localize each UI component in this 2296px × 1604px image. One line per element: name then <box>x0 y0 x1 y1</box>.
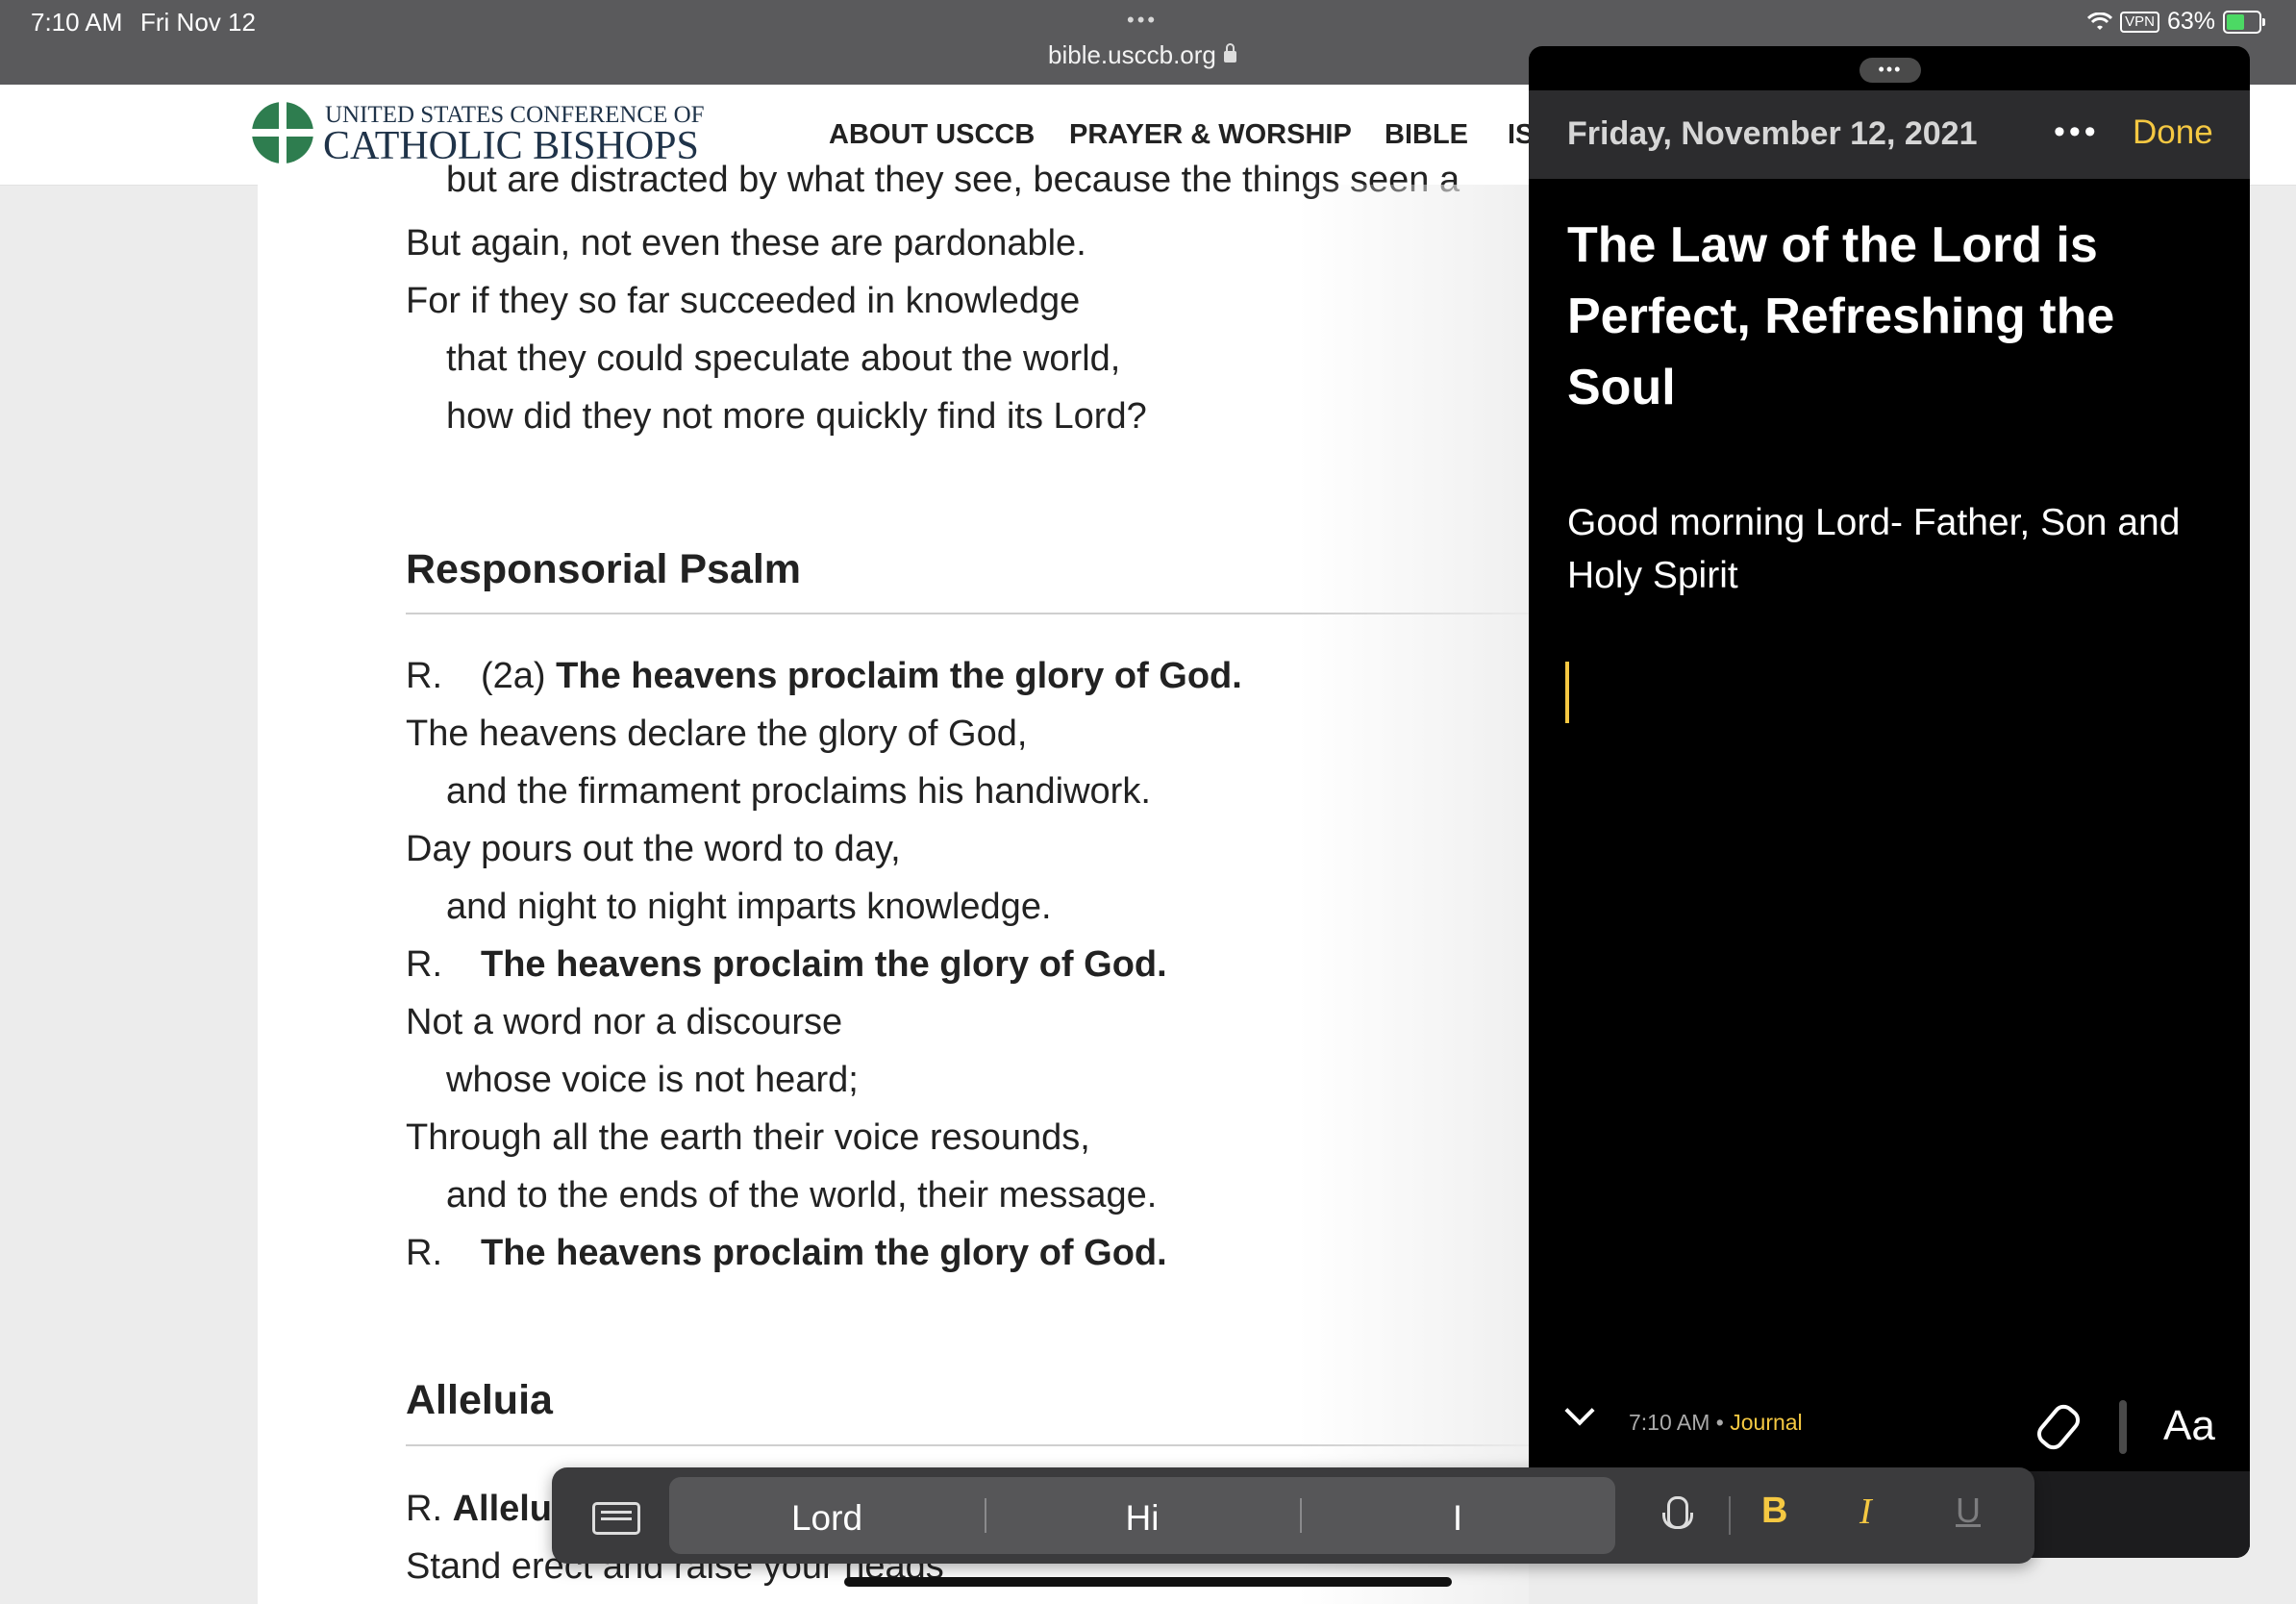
reading-line: For if they so far succeeded in knowledg… <box>406 281 1081 321</box>
done-button[interactable]: Done <box>2133 113 2213 152</box>
nav-bible[interactable]: BIBLE <box>1385 119 1468 151</box>
multitasking-dots-icon[interactable]: ••• <box>1127 8 1158 33</box>
suggestion-i[interactable]: I <box>1300 1498 1615 1539</box>
psalm-line: Not a word nor a discourse <box>406 1002 843 1042</box>
nav-prayer-worship[interactable]: PRAYER & WORSHIP <box>1069 119 1352 151</box>
reading-line: But again, not even these are pardonable… <box>406 223 1086 263</box>
reading-line: that they could speculate about the worl… <box>446 338 1121 379</box>
refrain-text: The heavens proclaim the glory of God. <box>556 656 1242 696</box>
underline-button[interactable]: U <box>1956 1491 1981 1531</box>
refrain-prefix: (2a) <box>481 656 557 696</box>
suggestion-hi[interactable]: Hi <box>985 1498 1300 1539</box>
quicktype-bar: Lord Hi I B I U <box>552 1467 2034 1564</box>
journal-name-link[interactable]: Journal <box>1730 1410 1802 1435</box>
psalm-refrain: R. The heavens proclaim the glory of God. <box>406 944 1167 986</box>
status-date: Fri Nov 12 <box>140 8 256 37</box>
suggestion-lord[interactable]: Lord <box>669 1498 985 1539</box>
entry-body[interactable]: Good morning Lord- Father, Son and Holy … <box>1567 496 2221 602</box>
toolbar-divider <box>2119 1400 2127 1454</box>
psalm-line: Day pours out the word to day, <box>406 829 901 869</box>
psalm-heading: Responsorial Psalm <box>406 546 802 592</box>
entry-date[interactable]: Friday, November 12, 2021 <box>1567 115 1977 153</box>
refrain-text: Allelu <box>452 1489 553 1529</box>
psalm-refrain: R. (2a) The heavens proclaim the glory of… <box>406 656 1242 697</box>
psalm-line: and to the ends of the world, their mess… <box>446 1175 1158 1216</box>
more-options-icon[interactable]: ••• <box>2054 113 2100 151</box>
refrain-text: The heavens proclaim the glory of God. <box>481 944 1167 985</box>
keyboard-icon[interactable] <box>592 1502 640 1535</box>
usccb-logo-icon[interactable] <box>252 102 313 163</box>
psalm-line: The heavens declare the glory of God, <box>406 714 1028 754</box>
nav-about[interactable]: ABOUT USCCB <box>829 119 1035 151</box>
entry-title[interactable]: The Law of the Lord is Perfect, Refreshi… <box>1567 210 2221 423</box>
journal-slideover: ••• Friday, November 12, 2021 ••• Done T… <box>1529 46 2250 1558</box>
status-time: 7:10 AM <box>31 8 123 37</box>
lock-icon <box>1223 43 1236 63</box>
italic-button[interactable]: I <box>1859 1491 1872 1533</box>
vpn-badge: VPN <box>2120 11 2159 33</box>
battery-icon <box>2223 10 2265 34</box>
address-bar[interactable]: bible.usccb.org <box>1048 40 1236 70</box>
url-text: bible.usccb.org <box>1048 40 1216 69</box>
alleluia-refrain: R. Allelu <box>406 1489 552 1530</box>
meta-separator: • <box>1715 1410 1724 1435</box>
battery-fill <box>2227 13 2244 30</box>
slideover-shadow <box>1298 185 1529 1604</box>
psalm-line: Through all the earth their voice resoun… <box>406 1117 1090 1158</box>
text-cursor <box>1565 662 1569 723</box>
psalm-line: and night to night imparts knowledge. <box>446 887 1052 927</box>
status-indicators: VPN 63% <box>2087 8 2265 36</box>
psalm-line: whose voice is not heard; <box>446 1060 859 1100</box>
reading-line: how did they not more quickly find its L… <box>446 396 1147 437</box>
battery-percent: 63% <box>2166 8 2215 35</box>
suggestion-strip: Lord Hi I <box>669 1477 1615 1554</box>
refrain-label: R. <box>406 1489 442 1529</box>
format-divider <box>1729 1496 1731 1535</box>
refrain-label: R. <box>406 1233 442 1273</box>
paperclip-icon[interactable] <box>2033 1399 2084 1455</box>
psalm-line: and the firmament proclaims his handiwor… <box>446 771 1151 812</box>
chevron-down-icon[interactable] <box>1564 1395 1595 1426</box>
slideover-grabber-icon[interactable]: ••• <box>1859 58 1921 83</box>
bold-button[interactable]: B <box>1761 1491 1787 1532</box>
wifi-icon <box>2087 12 2113 30</box>
refrain-text: The heavens proclaim the glory of God. <box>481 1233 1167 1273</box>
entry-time: 7:10 AM <box>1629 1410 1710 1435</box>
psalm-refrain: R. The heavens proclaim the glory of God. <box>406 1233 1167 1274</box>
entry-metadata: 7:10 AM • Journal <box>1629 1410 1803 1436</box>
alleluia-heading: Alleluia <box>406 1377 553 1423</box>
refrain-label: R. <box>406 656 442 696</box>
microphone-icon[interactable] <box>1662 1496 1693 1529</box>
text-format-button[interactable]: Aa <box>2163 1402 2215 1450</box>
home-indicator[interactable] <box>844 1577 1452 1587</box>
refrain-label: R. <box>406 944 442 985</box>
